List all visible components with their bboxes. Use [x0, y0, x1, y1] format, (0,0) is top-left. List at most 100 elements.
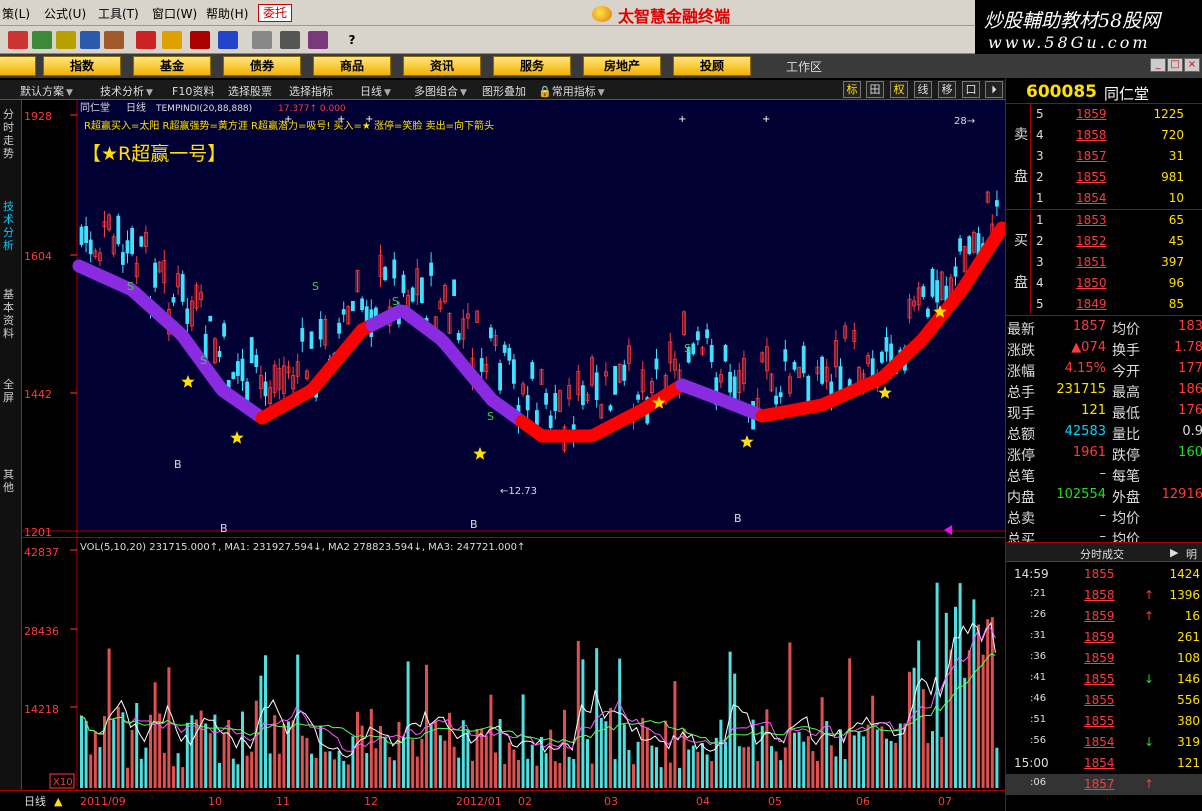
ask-row[interactable]: 5 1859 1225	[1006, 104, 1202, 125]
candle-body	[341, 309, 346, 315]
volume-bar	[990, 617, 994, 788]
stop-icon[interactable]	[190, 31, 210, 49]
scheme-dropdown[interactable]: 默认方案 ▼	[20, 83, 73, 99]
ticks-more[interactable]: 明	[1186, 546, 1197, 562]
volume-bar	[167, 667, 171, 788]
flag-icon[interactable]	[32, 31, 52, 49]
ask-price: 1854	[1076, 191, 1107, 205]
volume-bar	[379, 726, 382, 788]
period-label-bottom[interactable]: 日线	[24, 794, 46, 808]
bid-level: 5	[1036, 297, 1044, 311]
f10-button[interactable]: F10资料	[172, 83, 214, 99]
move-icon[interactable]: 移	[938, 81, 956, 98]
tab-news[interactable]: 资讯	[403, 56, 481, 76]
volume-bar	[434, 721, 438, 788]
volume-bar	[420, 738, 424, 788]
restore-icon[interactable]: □	[1167, 58, 1183, 72]
multi-chart-dropdown[interactable]: 多图组合 ▼	[414, 83, 467, 99]
period-dropdown[interactable]: 日线 ▼	[360, 83, 391, 99]
tab-other[interactable]: 其他	[3, 468, 19, 494]
x-axis-label: 07	[938, 795, 952, 808]
ticks-next-icon[interactable]: ▶	[1170, 546, 1178, 559]
volume-bar	[452, 746, 456, 788]
ask-row[interactable]: 1 1854 10	[1006, 188, 1202, 209]
minimize-icon[interactable]: _	[1150, 58, 1166, 72]
bid-row[interactable]: 5 1849 85	[1006, 294, 1202, 315]
candle-body	[488, 327, 493, 339]
whats-this-icon[interactable]: ?	[342, 31, 362, 49]
play-icon[interactable]: ⏵	[985, 81, 1003, 98]
menu-item-window[interactable]: 窗口(W)	[152, 5, 197, 22]
candle-body	[410, 287, 415, 302]
tab-fullscreen[interactable]: 全屏	[3, 378, 19, 404]
tech-analysis-dropdown[interactable]: 技术分析 ▼	[100, 83, 153, 99]
select-stock-button[interactable]: 选择股票	[228, 83, 272, 99]
tab-stock[interactable]: 股	[0, 56, 36, 76]
sell-signal-icon: S	[392, 295, 399, 308]
menu-item-tools[interactable]: 工具(T)	[98, 5, 139, 22]
overlay-button[interactable]: 图形叠加	[482, 83, 526, 99]
ask-row[interactable]: 2 1855 981	[1006, 167, 1202, 188]
volume-chart-panel[interactable]: VOL(5,10,20) 231715.000↑, MA1: 231927.59…	[22, 537, 1005, 791]
ask-row[interactable]: 3 1857 31	[1006, 146, 1202, 167]
volume-bar	[277, 753, 281, 788]
bid-row[interactable]: 4 1850 96	[1006, 273, 1202, 294]
tick-volume: 121	[1177, 756, 1200, 770]
tab-realestate[interactable]: 房地产	[583, 56, 661, 76]
menu-item-formula[interactable]: 公式(U)	[44, 5, 86, 22]
tab-intraday[interactable]: 分时走势	[3, 108, 19, 160]
stat-value: ▲074	[1071, 340, 1106, 355]
bid-row[interactable]: 2 1852 45	[1006, 231, 1202, 252]
tab-technical[interactable]: 技术分析	[3, 200, 19, 252]
tab-advisor[interactable]: 投顾	[673, 56, 751, 76]
ask-divider	[1030, 104, 1031, 208]
diamond-icon[interactable]	[162, 31, 182, 49]
menu-item-strategy[interactable]: 策(L)	[2, 5, 30, 22]
tab-fund[interactable]: 基金	[133, 56, 211, 76]
volume-bar	[710, 761, 714, 788]
crosshair-icon[interactable]: 田	[866, 81, 884, 98]
line-icon[interactable]: 线	[914, 81, 932, 98]
volume-bar	[986, 619, 990, 788]
common-indicator-dropdown[interactable]: 🔒常用指标 ▼	[538, 83, 605, 99]
tab-commodity[interactable]: 商品	[313, 56, 391, 76]
stat-key-2: 外盘	[1112, 490, 1140, 506]
candle-body	[235, 361, 240, 376]
tab-bond[interactable]: 债券	[223, 56, 301, 76]
period-toggle-icon[interactable]: ▲	[54, 795, 63, 808]
menu-item-help[interactable]: 帮助(H)	[206, 5, 248, 22]
price-chart-svg[interactable]: SSSSSSBB B B+ + + + + 1928 1604 1442 1201 同仁堂 …	[22, 100, 1009, 539]
print-icon[interactable]	[252, 31, 272, 49]
help-book-icon[interactable]	[136, 31, 156, 49]
bell-icon[interactable]	[104, 31, 124, 49]
select-indicator-button[interactable]: 选择指标	[289, 83, 333, 99]
tab-fundamentals[interactable]: 基本资料	[3, 288, 19, 340]
bid-row[interactable]: 1 1853 65	[1006, 210, 1202, 231]
volume-bar	[586, 739, 589, 788]
bid-level: 3	[1036, 255, 1044, 269]
bid-row[interactable]: 3 1851 397	[1006, 252, 1202, 273]
trade-button[interactable]: 委托	[258, 4, 293, 22]
tab-service[interactable]: 服务	[493, 56, 571, 76]
volume-chart-svg[interactable]: VOL(5,10,20) 231715.000↑, MA1: 231927.59…	[22, 538, 1005, 791]
books-icon[interactable]	[308, 31, 328, 49]
chart-icon[interactable]	[56, 31, 76, 49]
volume-bar	[84, 720, 88, 788]
binoculars-icon[interactable]	[80, 31, 100, 49]
candle-body	[231, 372, 236, 379]
stat-row: 总手 231715 最高 186	[1006, 379, 1202, 401]
ticks-header[interactable]: 分时成交 ▶ 明	[1006, 542, 1202, 562]
work-area-label[interactable]: 工作区	[786, 58, 822, 75]
rights-icon[interactable]: 权	[890, 81, 908, 98]
tab-index[interactable]: 指数	[43, 56, 121, 76]
ask-level: 1	[1036, 191, 1044, 205]
mark-icon[interactable]: 标	[843, 81, 861, 98]
price-chart-panel[interactable]: S S S S S S B B B B + + + + + 1928 1604 1442 1201 同仁堂 …	[22, 100, 1009, 539]
globe-icon[interactable]	[218, 31, 238, 49]
close-icon[interactable]: ×	[1184, 58, 1200, 72]
window-icon[interactable]	[280, 31, 300, 49]
stock-code[interactable]: 600085	[1026, 82, 1097, 102]
grid-icon[interactable]	[8, 31, 28, 49]
box-icon[interactable]: 口	[962, 81, 980, 98]
ask-row[interactable]: 4 1858 720	[1006, 125, 1202, 146]
